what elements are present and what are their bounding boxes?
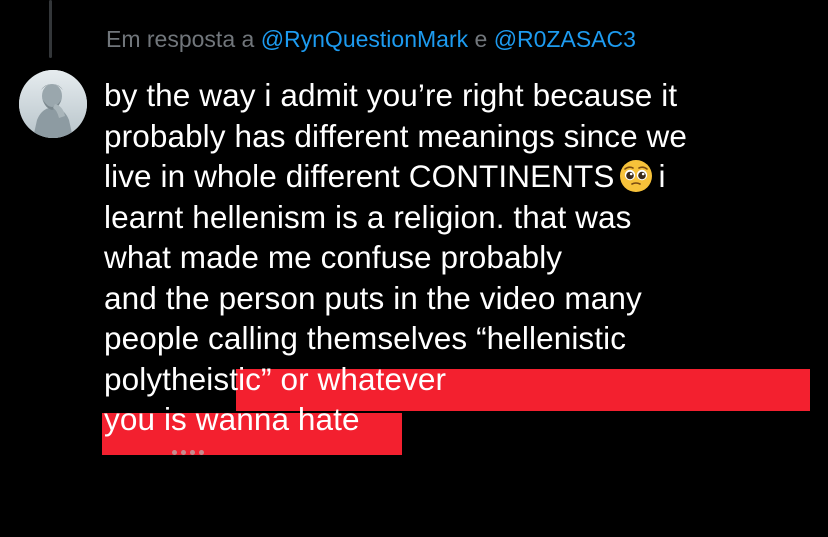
- tweet-line: learnt hellenism is a religion. that was: [104, 198, 632, 235]
- pleading-face-emoji: [619, 160, 652, 192]
- thread-connector-line: [49, 0, 52, 58]
- reply-context: Em resposta a @RynQuestionMark e @R0ZASA…: [106, 26, 636, 53]
- tweet-line-highlighted: you is wanna hate: [104, 401, 360, 437]
- tweet-line: people calling themselves “hellenistic: [104, 320, 627, 356]
- reply-conjunction: e: [474, 26, 488, 52]
- ellipsis-dots-icon: [171, 449, 205, 457]
- tweet-line-text: i: [658, 158, 666, 194]
- mention-link-2[interactable]: @R0ZASAC3: [494, 26, 636, 52]
- tweet-line: polytheistic” or whatever: [104, 359, 816, 400]
- tweet-line: by the way i admit you’re right because …: [104, 77, 678, 113]
- avatar[interactable]: [19, 70, 87, 138]
- tweet-line-text: polythei: [104, 360, 214, 397]
- tweet-line: and the person puts in the video many: [104, 279, 642, 316]
- tweet-text: by the way i admit you’re right because …: [104, 75, 816, 440]
- tweet-line: what made me confuse probably: [104, 239, 563, 275]
- tweet-line: probably has different meanings since we: [104, 117, 688, 154]
- tweet-line-highlighted-text: stic” or whatever: [213, 360, 447, 397]
- statue-avatar-icon: [19, 70, 87, 138]
- reply-prefix: Em resposta a: [106, 26, 255, 52]
- mention-link-1[interactable]: @RynQuestionMark: [261, 26, 468, 52]
- tweet-line-text: live in whole different CONTINENTS: [104, 158, 615, 194]
- tweet-line: live in whole different CONTINENTS i: [104, 156, 816, 197]
